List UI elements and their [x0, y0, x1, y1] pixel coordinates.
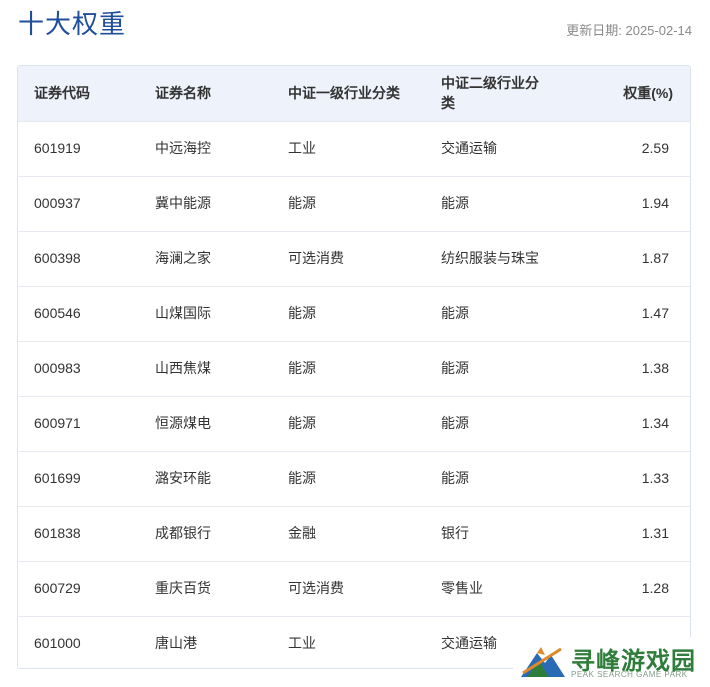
table-body: 601919 中远海控 工业 交通运输 2.59 000937 冀中能源 能源 …: [18, 121, 690, 668]
cell-code: 601838: [34, 525, 81, 541]
cell-level1: 能源: [288, 470, 316, 486]
header-weight: 权重(%): [623, 85, 673, 102]
table-row: 600971 恒源煤电 能源 能源 1.34: [18, 396, 690, 451]
table-row: 601919 中远海控 工业 交通运输 2.59: [18, 121, 690, 176]
cell-weight: 1.47: [641, 305, 669, 321]
cell-name: 山煤国际: [155, 305, 211, 321]
table-row: 600546 山煤国际 能源 能源 1.47: [18, 286, 690, 341]
cell-level1: 能源: [288, 360, 316, 376]
page: 十大权重 更新日期: 2025-02-14 证券代码 证券名称 中证一级行业分类…: [0, 0, 710, 687]
cell-level2: 纺织服装与珠宝: [441, 250, 539, 266]
cell-weight: 1.34: [641, 415, 669, 431]
cell-name: 冀中能源: [155, 195, 211, 211]
cell-level2: 银行: [441, 525, 469, 541]
cell-weight: 1.31: [641, 525, 669, 541]
table-row: 600729 重庆百货 可选消费 零售业 1.28: [18, 561, 690, 616]
cell-name: 重庆百货: [155, 580, 211, 596]
cell-level1: 可选消费: [288, 250, 344, 266]
cell-name: 潞安环能: [155, 470, 211, 486]
cell-name: 恒源煤电: [155, 415, 211, 431]
cell-weight: 1.28: [641, 580, 669, 596]
cell-level2: 交通运输: [441, 140, 497, 156]
cell-weight: 1.87: [641, 250, 669, 266]
cell-weight: 2.59: [641, 140, 669, 156]
cell-code: 601919: [34, 140, 81, 156]
cell-weight: 1.33: [641, 470, 669, 486]
table-row: 000937 冀中能源 能源 能源 1.94: [18, 176, 690, 231]
header-code: 证券代码: [34, 85, 90, 102]
cell-level1: 能源: [288, 195, 316, 211]
cell-level1: 工业: [288, 140, 316, 156]
cell-level1: 金融: [288, 525, 316, 541]
cell-name: 山西焦煤: [155, 360, 211, 376]
cell-level2: 能源: [441, 415, 469, 431]
cell-name: 唐山港: [155, 635, 197, 652]
cell-level1: 能源: [288, 305, 316, 321]
table-row: 601699 潞安环能 能源 能源 1.33: [18, 451, 690, 506]
table-row: 601838 成都银行 金融 银行 1.31: [18, 506, 690, 561]
table-header: 证券代码 证券名称 中证一级行业分类 中证二级行业分类 权重(%): [18, 66, 690, 121]
cell-code: 600971: [34, 415, 81, 431]
cell-level2: 零售业: [441, 580, 483, 596]
header-name: 证券名称: [155, 85, 211, 102]
table-row: 600398 海澜之家 可选消费 纺织服装与珠宝 1.87: [18, 231, 690, 286]
cell-code: 601699: [34, 470, 81, 486]
header-level1: 中证一级行业分类: [288, 85, 400, 102]
cell-level1: 工业: [288, 635, 316, 652]
cell-weight: 1.94: [641, 195, 669, 211]
cell-name: 中远海控: [155, 140, 211, 156]
weights-table: 证券代码 证券名称 中证一级行业分类 中证二级行业分类 权重(%) 601919…: [18, 66, 690, 668]
cell-name: 海澜之家: [155, 250, 211, 266]
cell-level1: 能源: [288, 415, 316, 431]
table-row: 000983 山西焦煤 能源 能源 1.38: [18, 341, 690, 396]
cell-level2: 能源: [441, 195, 469, 211]
cell-code: 000937: [34, 195, 81, 211]
cell-code: 600398: [34, 250, 81, 266]
update-date: 更新日期: 2025-02-14: [566, 23, 692, 38]
cell-code: 600546: [34, 305, 81, 321]
watermark: 寻峰游戏园 PEAK SEARCH GAME PARK: [513, 637, 710, 687]
top-ten-weights-table: 证券代码 证券名称 中证一级行业分类 中证二级行业分类 权重(%) 601919…: [17, 65, 691, 669]
page-title: 十大权重: [18, 9, 127, 39]
mountain-logo-icon: [521, 647, 565, 677]
cell-weight: 1.38: [641, 360, 669, 376]
cell-level2: 能源: [441, 305, 469, 321]
cell-level2: 能源: [441, 470, 469, 486]
cell-code: 601000: [34, 635, 81, 652]
cell-code: 600729: [34, 580, 81, 596]
header-row: 证券代码 证券名称 中证一级行业分类 中证二级行业分类 权重(%): [18, 66, 690, 121]
header-level2: 中证二级行业分类: [441, 75, 539, 112]
cell-level1: 可选消费: [288, 580, 344, 596]
cell-name: 成都银行: [155, 525, 211, 541]
watermark-subtext: PEAK SEARCH GAME PARK: [571, 670, 688, 679]
cell-level2: 能源: [441, 360, 469, 376]
cell-code: 000983: [34, 360, 81, 376]
